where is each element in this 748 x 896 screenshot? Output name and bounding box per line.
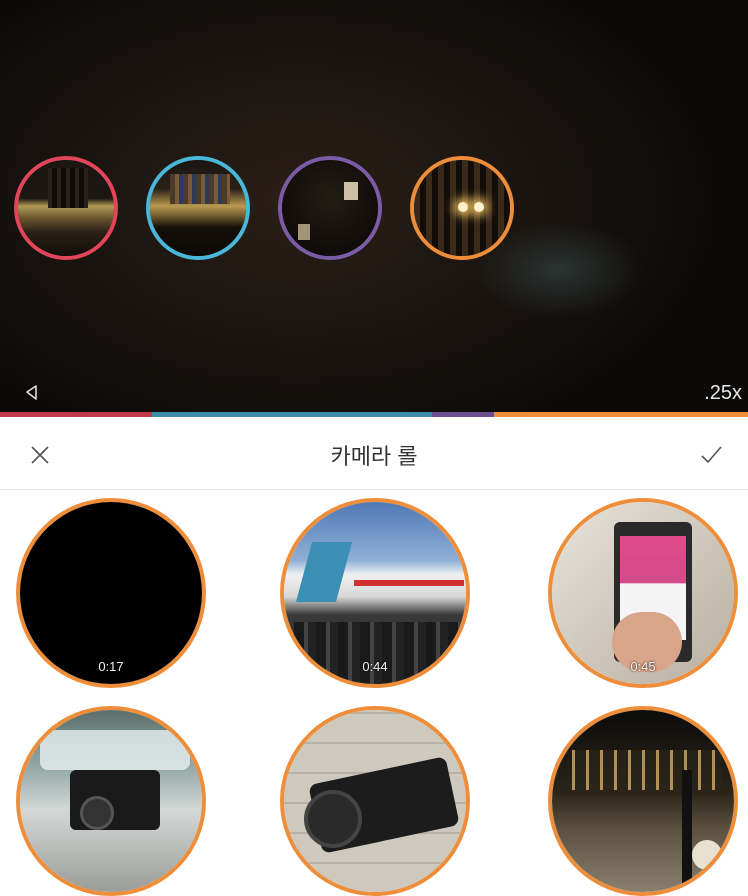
selected-clip-1[interactable]: [14, 156, 118, 260]
video-preview[interactable]: .25x: [0, 0, 748, 412]
gallery-item-5[interactable]: [280, 706, 470, 896]
selected-clip-2[interactable]: [146, 156, 250, 260]
playback-speed[interactable]: .25x: [704, 382, 742, 405]
video-duration: 0:17: [98, 659, 124, 674]
check-icon[interactable]: [696, 441, 726, 469]
camera-roll-header: 카메라 롤: [0, 417, 748, 490]
video-duration: 0:44: [362, 659, 388, 674]
gallery-item-1[interactable]: 0:17: [16, 498, 206, 688]
speaker-muted-icon[interactable]: [22, 384, 40, 402]
gallery-item-6[interactable]: [548, 706, 738, 896]
selected-clip-4[interactable]: [410, 156, 514, 260]
gallery-item-2[interactable]: 0:44: [280, 498, 470, 688]
gallery-item-4[interactable]: [16, 706, 206, 896]
gallery-item-3[interactable]: 0:45: [548, 498, 738, 688]
page-title: 카메라 롤: [330, 444, 418, 469]
selected-clip-3[interactable]: [278, 156, 382, 260]
video-duration: 0:45: [630, 659, 656, 674]
